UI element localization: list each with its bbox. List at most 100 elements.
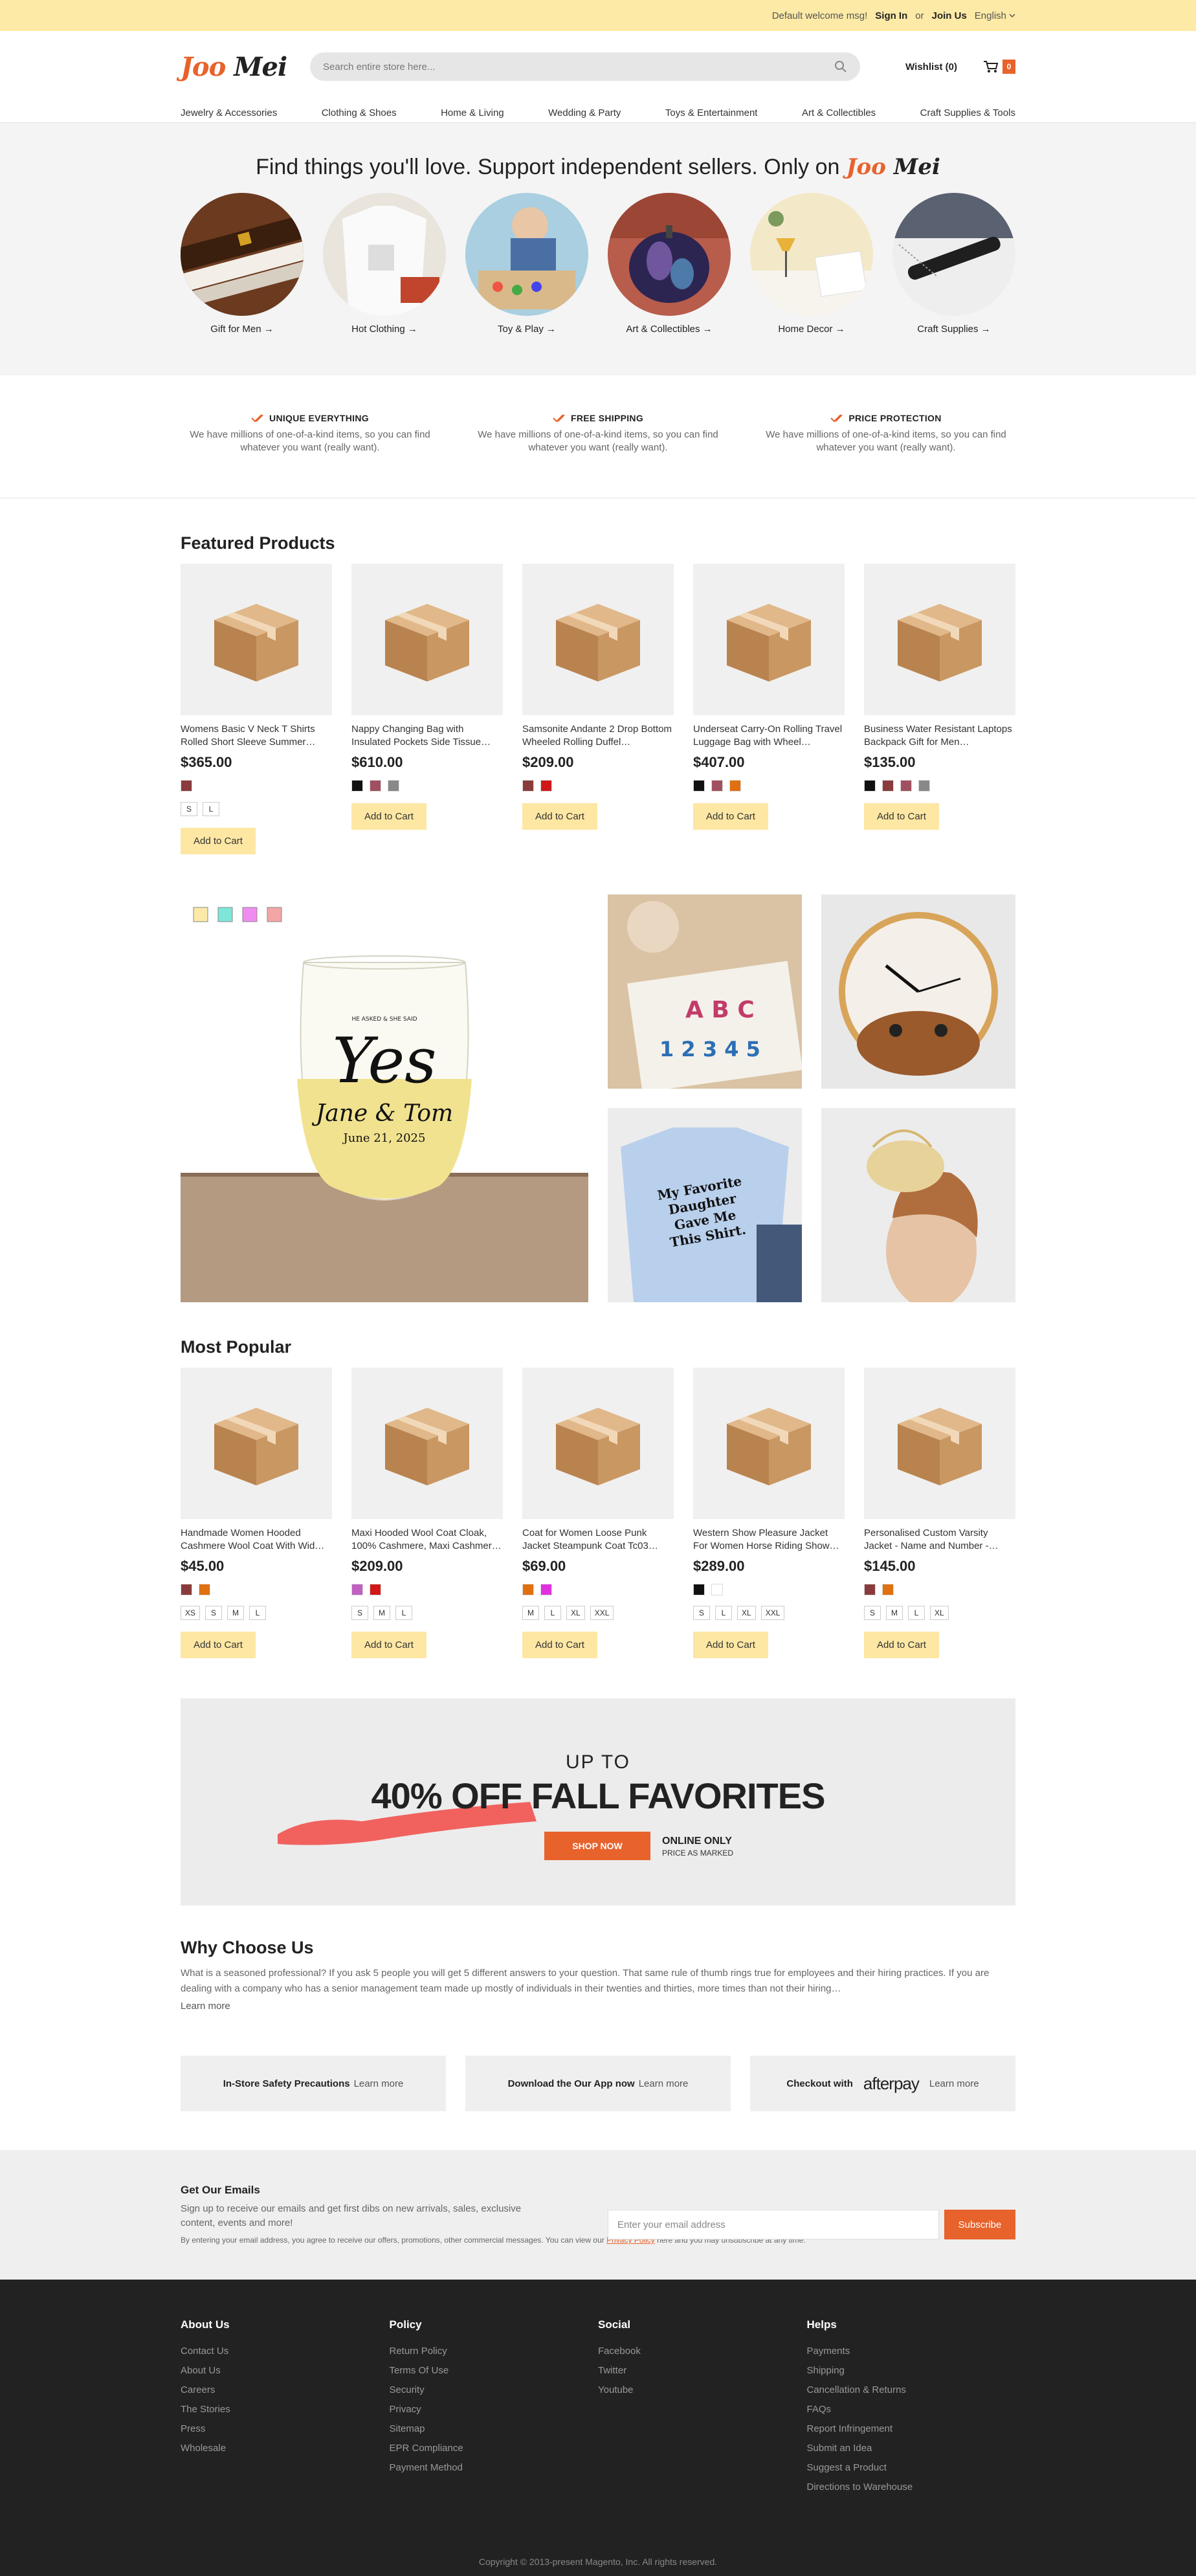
footer-link[interactable]: FAQs xyxy=(807,2404,1016,2415)
color-swatch[interactable] xyxy=(900,780,912,792)
product-card[interactable]: Samsonite Andante 2 Drop Bottom Wheeled … xyxy=(522,564,674,854)
product-image[interactable] xyxy=(351,1368,503,1519)
product-name[interactable]: Womens Basic V Neck T Shirts Rolled Shor… xyxy=(181,723,332,749)
size-option[interactable]: S xyxy=(181,802,197,816)
add-to-cart-button[interactable]: Add to Cart xyxy=(181,1632,256,1658)
product-image[interactable] xyxy=(522,1368,674,1519)
color-swatch[interactable] xyxy=(729,780,741,792)
footer-link[interactable]: Payment Method xyxy=(390,2462,599,2473)
product-name[interactable]: Western Show Pleasure Jacket For Women H… xyxy=(693,1527,845,1553)
color-swatch[interactable] xyxy=(864,1584,876,1595)
nav-item[interactable]: Jewelry & Accessories xyxy=(181,107,277,118)
color-swatch[interactable] xyxy=(918,780,930,792)
color-swatch[interactable] xyxy=(370,780,381,792)
size-option[interactable]: XXL xyxy=(590,1606,614,1620)
nav-item[interactable]: Craft Supplies & Tools xyxy=(920,107,1015,118)
product-card[interactable]: Underseat Carry-On Rolling Travel Luggag… xyxy=(693,564,845,854)
product-card[interactable]: Nappy Changing Bag with Insulated Pocket… xyxy=(351,564,503,854)
size-option[interactable]: S xyxy=(205,1606,223,1620)
add-to-cart-button[interactable]: Add to Cart xyxy=(864,803,939,830)
why-learn-more-link[interactable]: Learn more xyxy=(181,2001,1015,2012)
nav-item[interactable]: Home & Living xyxy=(441,107,504,118)
search-input[interactable]: Search entire store here... xyxy=(310,52,860,81)
product-image[interactable] xyxy=(693,564,845,715)
footer-link[interactable]: Submit an Idea xyxy=(807,2443,1016,2454)
footer-link[interactable]: About Us xyxy=(181,2365,390,2376)
color-swatch[interactable] xyxy=(693,1584,705,1595)
size-option[interactable]: S xyxy=(864,1606,881,1620)
learn-more-link[interactable]: Learn more xyxy=(639,2078,689,2089)
color-swatch[interactable] xyxy=(199,1584,210,1595)
color-swatch[interactable] xyxy=(864,780,876,792)
size-option[interactable]: L xyxy=(249,1606,267,1620)
color-swatch[interactable] xyxy=(882,780,894,792)
join-link[interactable]: Join Us xyxy=(932,10,967,21)
add-to-cart-button[interactable]: Add to Cart xyxy=(351,1632,426,1658)
color-swatch[interactable] xyxy=(181,780,192,792)
footer-link[interactable]: The Stories xyxy=(181,2404,390,2415)
footer-link[interactable]: Wholesale xyxy=(181,2443,390,2454)
add-to-cart-button[interactable]: Add to Cart xyxy=(522,803,597,830)
footer-link[interactable]: Sitemap xyxy=(390,2423,599,2434)
size-option[interactable]: XL xyxy=(566,1606,585,1620)
footer-link[interactable]: Twitter xyxy=(598,2365,807,2376)
size-option[interactable]: M xyxy=(522,1606,539,1620)
footer-link[interactable]: Shipping xyxy=(807,2365,1016,2376)
product-card[interactable]: Personalised Custom Varsity Jacket - Nam… xyxy=(864,1368,1015,1658)
footer-link[interactable]: Directions to Warehouse xyxy=(807,2482,1016,2493)
footer-link[interactable]: Cancellation & Returns xyxy=(807,2384,1016,2395)
add-to-cart-button[interactable]: Add to Cart xyxy=(693,1632,768,1658)
footer-link[interactable]: Terms Of Use xyxy=(390,2365,599,2376)
add-to-cart-button[interactable]: Add to Cart xyxy=(351,803,426,830)
color-swatch[interactable] xyxy=(522,1584,534,1595)
nav-item[interactable]: Clothing & Shoes xyxy=(322,107,397,118)
product-image[interactable] xyxy=(522,564,674,715)
category-craft-supplies[interactable]: Craft Supplies → xyxy=(892,193,1015,335)
size-option[interactable]: S xyxy=(693,1606,710,1620)
cart-button[interactable]: 0 xyxy=(983,60,1015,74)
footer-link[interactable]: Return Policy xyxy=(390,2346,599,2357)
fascinator-hat-image[interactable] xyxy=(821,1108,1015,1302)
footer-link[interactable]: Contact Us xyxy=(181,2346,390,2357)
color-swatch[interactable] xyxy=(711,1584,723,1595)
size-option[interactable]: M xyxy=(373,1606,390,1620)
size-option[interactable]: M xyxy=(886,1606,903,1620)
product-image[interactable] xyxy=(181,1368,332,1519)
product-name[interactable]: Handmade Women Hooded Cashmere Wool Coat… xyxy=(181,1527,332,1553)
color-swatch[interactable] xyxy=(181,1584,192,1595)
color-swatch[interactable] xyxy=(540,1584,552,1595)
category-home-decor[interactable]: Home Decor → xyxy=(750,193,873,335)
footer-link[interactable]: Facebook xyxy=(598,2346,807,2357)
color-swatch[interactable] xyxy=(540,780,552,792)
size-option[interactable]: L xyxy=(395,1606,412,1620)
color-swatch[interactable] xyxy=(351,1584,363,1595)
product-name[interactable]: Business Water Resistant Laptops Backpac… xyxy=(864,723,1015,749)
color-swatch[interactable] xyxy=(711,780,723,792)
color-swatch[interactable] xyxy=(882,1584,894,1595)
footer-link[interactable]: Security xyxy=(390,2384,599,2395)
color-swatch[interactable] xyxy=(693,780,705,792)
sign-in-link[interactable]: Sign In xyxy=(875,10,907,21)
product-card[interactable]: Maxi Hooded Wool Coat Cloak, 100% Cashme… xyxy=(351,1368,503,1658)
product-name[interactable]: Samsonite Andante 2 Drop Bottom Wheeled … xyxy=(522,723,674,749)
category-toy-play[interactable]: Toy & Play → xyxy=(465,193,588,335)
category-gift-for-men[interactable]: Gift for Men → xyxy=(181,193,304,335)
product-name[interactable]: Personalised Custom Varsity Jacket - Nam… xyxy=(864,1527,1015,1553)
wishlist-link[interactable]: Wishlist (0) xyxy=(905,61,957,72)
footer-link[interactable]: Privacy xyxy=(390,2404,599,2415)
product-image[interactable] xyxy=(864,564,1015,715)
size-option[interactable]: XS xyxy=(181,1606,201,1620)
add-to-cart-button[interactable]: Add to Cart xyxy=(522,1632,597,1658)
product-name[interactable]: Coat for Women Loose Punk Jacket Steampu… xyxy=(522,1527,674,1553)
email-field[interactable]: Enter your email address xyxy=(608,2210,939,2239)
add-to-cart-button[interactable]: Add to Cart xyxy=(693,803,768,830)
size-option[interactable]: L xyxy=(544,1606,561,1620)
size-option[interactable]: XXL xyxy=(760,1606,785,1620)
add-to-cart-button[interactable]: Add to Cart xyxy=(864,1632,939,1658)
product-image[interactable] xyxy=(181,564,332,715)
puzzle-image[interactable]: A B C 1 2 3 4 5 xyxy=(608,894,802,1089)
info-box-safety[interactable]: In-Store Safety Precautions Learn more xyxy=(181,2056,446,2111)
wine-glass-banner[interactable]: HE ASKED & SHE SAID Yes Jane & Tom June … xyxy=(181,894,588,1302)
sweatshirt-image[interactable]: My Favorite Daughter Gave Me This Shirt. xyxy=(608,1108,802,1302)
language-switcher[interactable]: English xyxy=(975,10,1015,21)
